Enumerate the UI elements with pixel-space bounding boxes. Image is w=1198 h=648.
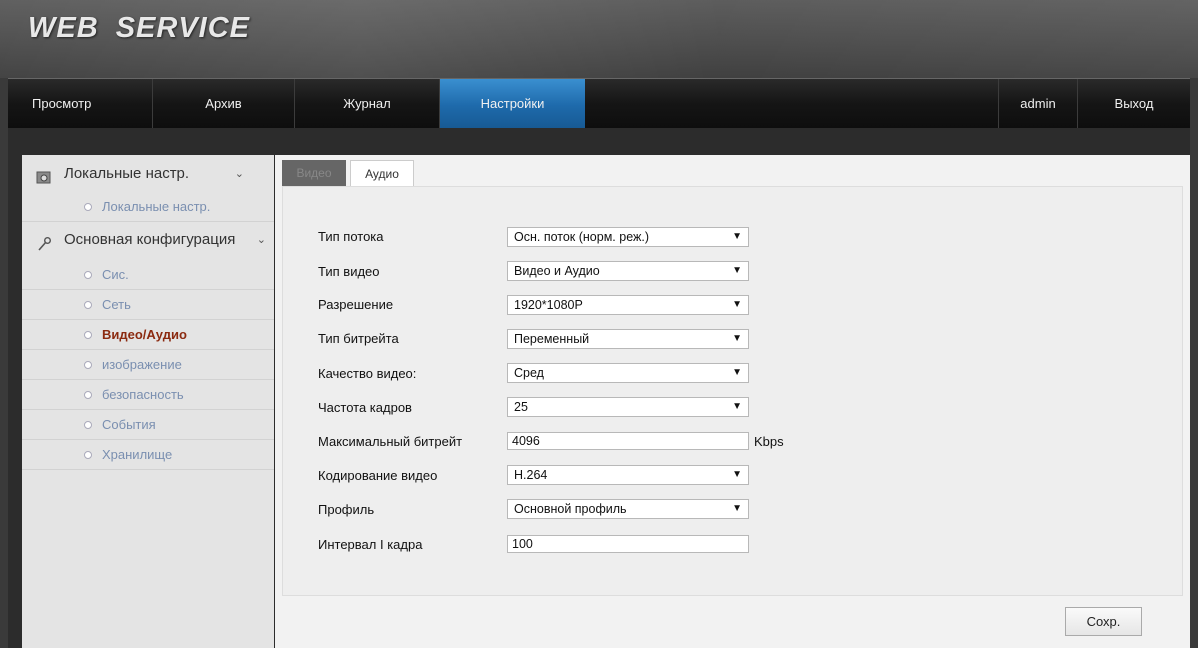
nav-item-view[interactable]: Просмотр bbox=[8, 79, 153, 128]
top-nav: Просмотр Архив Журнал Настройки admin Вы… bbox=[8, 78, 1190, 129]
dropdown-arrow-icon: ▼ bbox=[732, 469, 742, 480]
bullet-icon bbox=[84, 361, 92, 369]
tab-video[interactable]: Видео bbox=[282, 160, 346, 186]
dropdown-arrow-icon: ▼ bbox=[732, 265, 742, 276]
sidebar-item-image[interactable]: изображение bbox=[22, 350, 274, 380]
bitrate-type-select[interactable]: Переменный ▼ bbox=[507, 329, 749, 349]
logout-button[interactable]: Выход bbox=[1078, 79, 1190, 128]
sidebar-item-network[interactable]: Сеть bbox=[22, 290, 274, 320]
sidebar-item-storage[interactable]: Хранилище bbox=[22, 440, 274, 470]
sidebar-group-local-settings[interactable]: Локальные настр. ⌄ bbox=[22, 158, 274, 190]
resolution-label: Разрешение bbox=[318, 297, 394, 312]
nav-item-log[interactable]: Журнал bbox=[295, 79, 440, 128]
settings-panel: Тип потока Осн. поток (норм. реж.) ▼ Тип… bbox=[282, 186, 1183, 596]
tab-audio[interactable]: Аудио bbox=[350, 160, 414, 186]
logo: WEB SERVICE bbox=[28, 12, 251, 44]
frame-rate-select[interactable]: 25 ▼ bbox=[507, 397, 749, 417]
select-value: Осн. поток (норм. реж.) bbox=[514, 230, 650, 244]
sidebar-item-label: Локальные настр. bbox=[102, 199, 211, 214]
sidebar-item-label: Хранилище bbox=[102, 447, 173, 462]
dropdown-arrow-icon: ▼ bbox=[732, 367, 742, 378]
bullet-icon bbox=[84, 271, 92, 279]
stream-type-label: Тип потока bbox=[318, 229, 384, 244]
bullet-icon bbox=[84, 391, 92, 399]
save-button[interactable]: Сохр. bbox=[1065, 607, 1142, 636]
profile-label: Профиль bbox=[318, 502, 375, 517]
select-value: H.264 bbox=[514, 468, 548, 482]
i-frame-interval-label: Интервал I кадра bbox=[318, 537, 423, 552]
select-value: Сред bbox=[514, 366, 544, 380]
video-encoding-select[interactable]: H.264 ▼ bbox=[507, 465, 749, 485]
nav-item-archive[interactable]: Архив bbox=[153, 79, 295, 128]
sidebar-item-video-audio[interactable]: Видео/Аудио bbox=[22, 320, 274, 350]
content-area: Видео Аудио Тип потока Осн. поток (норм.… bbox=[275, 155, 1190, 648]
nav-item-settings[interactable]: Настройки bbox=[440, 79, 585, 128]
sidebar-item-label: Сеть bbox=[102, 297, 131, 312]
chevron-down-icon: ⌄ bbox=[234, 168, 244, 180]
sidebar-item-system[interactable]: Сис. bbox=[22, 260, 274, 290]
settings-icon bbox=[36, 166, 52, 184]
video-quality-select[interactable]: Сред ▼ bbox=[507, 363, 749, 383]
sidebar-group-label: Основная конфигурация bbox=[64, 231, 236, 248]
sidebar-item-label: изображение bbox=[102, 357, 182, 372]
dropdown-arrow-icon: ▼ bbox=[732, 231, 742, 242]
bullet-icon bbox=[84, 451, 92, 459]
video-quality-label: Качество видео: bbox=[318, 366, 417, 381]
sidebar-item-events[interactable]: События bbox=[22, 410, 274, 440]
dropdown-arrow-icon: ▼ bbox=[732, 503, 742, 514]
bullet-icon bbox=[84, 331, 92, 339]
sidebar-item-label: Сис. bbox=[102, 267, 129, 282]
max-bitrate-input[interactable]: 4096 bbox=[507, 432, 749, 450]
select-value: 25 bbox=[514, 400, 528, 414]
wrench-icon bbox=[36, 232, 52, 251]
sidebar-item-label: безопасность bbox=[102, 387, 184, 402]
chevron-down-icon: ⌄ bbox=[256, 234, 266, 246]
select-value: Основной профиль bbox=[514, 502, 627, 516]
sidebar-group-basic-config[interactable]: Основная конфигурация ⌄ bbox=[22, 224, 274, 256]
video-type-select[interactable]: Видео и Аудио ▼ bbox=[507, 261, 749, 281]
sidebar: Локальные настр. ⌄ Локальные настр. Осно… bbox=[22, 155, 274, 648]
dropdown-arrow-icon: ▼ bbox=[732, 333, 742, 344]
stream-type-select[interactable]: Осн. поток (норм. реж.) ▼ bbox=[507, 227, 749, 247]
bullet-icon bbox=[84, 203, 92, 211]
frame-rate-label: Частота кадров bbox=[318, 400, 412, 415]
sidebar-item-security[interactable]: безопасность bbox=[22, 380, 274, 410]
dropdown-arrow-icon: ▼ bbox=[732, 401, 742, 412]
max-bitrate-unit: Kbps bbox=[754, 434, 784, 449]
i-frame-interval-input[interactable]: 100 bbox=[507, 535, 749, 553]
video-encoding-label: Кодирование видео bbox=[318, 468, 438, 483]
select-value: 1920*1080P bbox=[514, 298, 583, 312]
sidebar-group-label: Локальные настр. bbox=[64, 165, 190, 182]
bullet-icon bbox=[84, 301, 92, 309]
sidebar-item-label: События bbox=[102, 417, 156, 432]
max-bitrate-label: Максимальный битрейт bbox=[318, 434, 463, 449]
dropdown-arrow-icon: ▼ bbox=[732, 299, 742, 310]
select-value: Переменный bbox=[514, 332, 590, 346]
bitrate-type-label: Тип битрейта bbox=[318, 331, 399, 346]
resolution-select[interactable]: 1920*1080P ▼ bbox=[507, 295, 749, 315]
bullet-icon bbox=[84, 421, 92, 429]
select-value: Видео и Аудио bbox=[514, 264, 600, 278]
user-label: admin bbox=[998, 79, 1078, 128]
sidebar-item-label: Видео/Аудио bbox=[102, 327, 187, 342]
sidebar-item-local-settings[interactable]: Локальные настр. bbox=[22, 192, 274, 222]
video-type-label: Тип видео bbox=[318, 264, 380, 279]
header-bar: WEB SERVICE bbox=[0, 0, 1198, 78]
profile-select[interactable]: Основной профиль ▼ bbox=[507, 499, 749, 519]
